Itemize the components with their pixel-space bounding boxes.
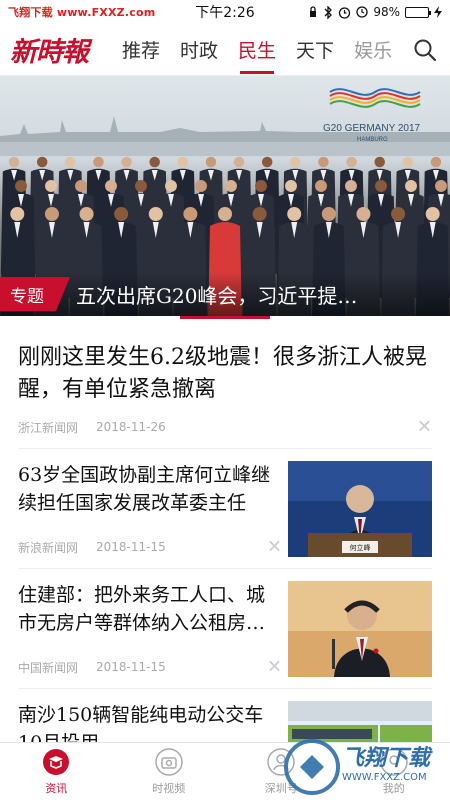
- search-icon: [414, 39, 437, 61]
- carousel-active-dot: [180, 316, 270, 319]
- news-date: 2018-11-15: [96, 540, 166, 554]
- dismiss-icon[interactable]: ✕: [417, 417, 432, 438]
- news-item[interactable]: 住建部：把外来务工人口、城市无房户等群体纳入公租房… 中国新闻网 2018-11…: [18, 569, 432, 689]
- news-date: 2018-11-26: [96, 420, 166, 434]
- alarm-icon: [339, 6, 351, 19]
- news-item[interactable]: 刚刚这里发生6.2级地震！很多浙江人被晃醒，有单位紧急撤离 浙江新闻网 2018…: [18, 322, 432, 449]
- news-title: 63岁全国政协副主席何立峰继续担任国家发展改革委主任: [18, 464, 271, 514]
- nav-video-label: 时视频: [152, 782, 186, 795]
- news-title: 刚刚这里发生6.2级地震！很多浙江人被晃醒，有单位紧急撤离: [18, 345, 427, 402]
- g20-logo-text: G20 GERMANY 2017: [323, 123, 421, 134]
- news-source: 新浪新闻网: [18, 540, 79, 555]
- topic-tag: 专题: [0, 277, 70, 311]
- news-thumbnail: 何立峰: [288, 461, 432, 557]
- nav-video[interactable]: 时视频: [113, 743, 226, 800]
- category-tabs: 推荐 时政 民生 天下 娱乐: [112, 24, 408, 76]
- dismiss-icon[interactable]: ✕: [267, 537, 282, 558]
- nameplate-text: 何立峰: [350, 543, 371, 552]
- header: 新時報 推荐 时政 民生 天下 娱乐: [0, 24, 450, 76]
- tab-livelihood[interactable]: 民生: [228, 24, 286, 76]
- tab-recommend[interactable]: 推荐: [112, 24, 170, 76]
- clock-icon: [356, 6, 368, 18]
- news-meta: 中国新闻网 2018-11-15 ✕: [18, 646, 282, 688]
- status-bar: 飞翔下载 www.FXXZ.com 下午2:26 98%: [0, 0, 450, 24]
- watermark-text: 飞翔下载: [342, 746, 431, 771]
- nav-news[interactable]: 资讯: [0, 743, 113, 800]
- carrier-text: 飞翔下载 www.FXXZ.com: [8, 6, 156, 19]
- news-meta: 新浪新闻网 2018-11-15 ✕: [18, 526, 282, 568]
- g20-logo-sub: HAMBURG: [357, 137, 388, 143]
- news-source: 中国新闻网: [18, 660, 79, 675]
- status-time: 下午2:26: [195, 5, 255, 21]
- battery-icon: [405, 6, 431, 18]
- search-button[interactable]: [408, 33, 442, 67]
- banner-title[interactable]: 五次出席G20峰会，习近平提…: [76, 280, 357, 309]
- news-item[interactable]: 63岁全国政协副主席何立峰继续担任国家发展改革委主任 新浪新闻网 2018-11…: [18, 449, 432, 569]
- tab-politics[interactable]: 时政: [170, 24, 228, 76]
- lock-rotation-icon: [310, 6, 317, 17]
- nav-news-label: 资讯: [45, 782, 68, 795]
- news-date: 2018-11-15: [96, 660, 166, 674]
- app-logo[interactable]: 新時報: [10, 30, 102, 69]
- news-title: 住建部：把外来务工人口、城市无房户等群体纳入公租房…: [18, 584, 266, 634]
- camera-icon: [155, 748, 183, 776]
- news-source: 浙江新闻网: [18, 420, 79, 435]
- tab-world[interactable]: 天下: [286, 24, 344, 76]
- watermark-url: WWW.FXXZ.COM: [342, 772, 427, 783]
- featured-banner[interactable]: G20 GERMANY 2017 HAMBURG 专题 五次出席G20峰会，习近…: [0, 76, 450, 316]
- news-meta: 浙江新闻网 2018-11-26 ✕: [18, 406, 432, 448]
- watermark: 飞翔下载 WWW.FXXZ.COM: [280, 734, 450, 800]
- news-icon: [43, 749, 70, 775]
- dismiss-icon[interactable]: ✕: [267, 657, 282, 678]
- news-thumbnail: [288, 581, 432, 677]
- banner-caption: 专题 五次出席G20峰会，习近平提…: [0, 272, 450, 316]
- charging-icon: [434, 6, 442, 18]
- battery-percent: 98%: [373, 5, 400, 19]
- status-icons: 98%: [307, 5, 442, 19]
- news-list: 刚刚这里发生6.2级地震！很多浙江人被晃醒，有单位紧急撤离 浙江新闻网 2018…: [0, 322, 450, 800]
- tab-entertainment[interactable]: 娱乐: [344, 24, 402, 76]
- bluetooth-icon: [324, 5, 333, 19]
